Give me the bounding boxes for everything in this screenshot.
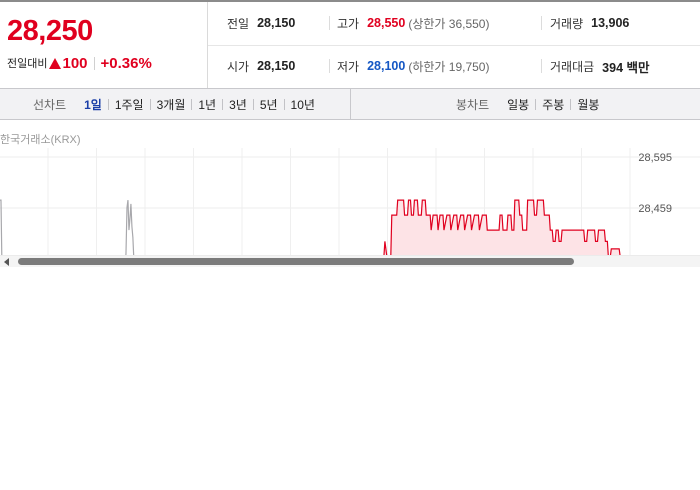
period-3m[interactable]: 3개월 bbox=[151, 96, 192, 113]
quote-stats-table: 전일 28,150 고가 28,550 (상한가 36,550) 거래량 13,… bbox=[208, 2, 700, 88]
intraday-price-chart: 28,595 28,459 bbox=[0, 148, 700, 255]
candle-daily[interactable]: 일봉 bbox=[501, 96, 535, 113]
toolbar-divider bbox=[350, 89, 351, 119]
change-divider bbox=[93, 56, 95, 70]
chart-toolbar: 선차트 1일 1주일 3개월 1년 3년 5년 10년 봉차트 일봉 주봉 월봉 bbox=[0, 88, 700, 120]
period-1w[interactable]: 1주일 bbox=[109, 96, 150, 113]
period-1d[interactable]: 1일 bbox=[78, 96, 108, 113]
stats-divider bbox=[541, 16, 542, 30]
stat-high: 고가 28,550 (상한가 36,550) bbox=[337, 13, 489, 33]
stat-label: 거래대금 bbox=[550, 59, 595, 74]
scrollbar-thumb[interactable] bbox=[18, 258, 574, 265]
y-axis-ticks: 28,595 28,459 bbox=[638, 152, 672, 215]
data-source-label: 한국거래소(KRX) bbox=[0, 134, 81, 146]
change-rate: +0.36% bbox=[100, 54, 152, 72]
price-change-row: 전일대비 100 +0.36% bbox=[7, 54, 152, 72]
stat-volume: 거래량 13,906 bbox=[550, 13, 629, 33]
stats-divider bbox=[329, 59, 330, 73]
period-3y[interactable]: 3년 bbox=[223, 96, 253, 113]
y-tick-label: 28,595 bbox=[638, 152, 672, 164]
lower-limit-text: (하한가 19,750) bbox=[408, 59, 490, 74]
stat-label: 시가 bbox=[227, 59, 250, 74]
stat-value: 28,150 bbox=[257, 16, 296, 30]
stat-prev-close: 전일 28,150 bbox=[227, 13, 295, 33]
change-label: 전일대비 bbox=[7, 58, 48, 70]
period-5y[interactable]: 5년 bbox=[254, 96, 284, 113]
stat-label: 전일 bbox=[227, 16, 250, 31]
stat-low: 저가 28,100 (하한가 19,750) bbox=[337, 56, 489, 76]
stat-label: 거래량 bbox=[550, 16, 584, 31]
stat-value: 394 백만 bbox=[602, 60, 650, 75]
stat-value: 13,906 bbox=[591, 16, 630, 30]
stat-value: 28,550 bbox=[367, 16, 406, 30]
scroll-left-icon[interactable] bbox=[4, 258, 9, 266]
stats-row-divider bbox=[208, 45, 700, 46]
candle-chart-label: 봉차트 bbox=[456, 97, 490, 112]
stat-value: 28,100 bbox=[367, 59, 406, 73]
line-chart-label: 선차트 bbox=[33, 97, 67, 112]
stats-divider bbox=[541, 59, 542, 73]
stat-label: 고가 bbox=[337, 16, 360, 31]
line-chart-period-group: 선차트 1일 1주일 3개월 1년 3년 5년 10년 bbox=[33, 89, 321, 119]
change-amount: 100 bbox=[62, 54, 88, 72]
candle-monthly[interactable]: 월봉 bbox=[571, 96, 605, 113]
stats-divider bbox=[329, 16, 330, 30]
stat-label: 저가 bbox=[337, 59, 360, 74]
stat-trade-value: 거래대금 394 백만 bbox=[550, 56, 650, 76]
period-10y[interactable]: 10년 bbox=[285, 96, 321, 113]
up-triangle-icon bbox=[49, 57, 62, 69]
price-summary-panel: 28,250 전일대비 100 +0.36% bbox=[0, 2, 208, 88]
candle-weekly[interactable]: 주봉 bbox=[536, 96, 570, 113]
y-tick-label: 28,459 bbox=[638, 203, 672, 215]
current-price: 28,250 bbox=[7, 15, 93, 47]
stat-value: 28,150 bbox=[257, 59, 296, 73]
period-1y[interactable]: 1년 bbox=[192, 96, 222, 113]
stat-open: 시가 28,150 bbox=[227, 56, 295, 76]
upper-limit-text: (상한가 36,550) bbox=[408, 16, 490, 31]
candle-chart-period-group: 봉차트 일봉 주봉 월봉 bbox=[456, 89, 605, 119]
